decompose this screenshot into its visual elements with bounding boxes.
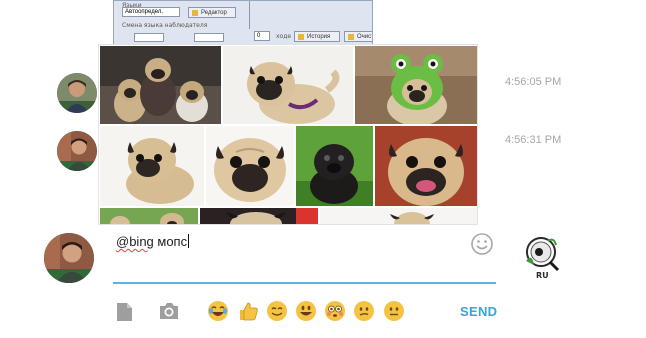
image-results-grid <box>98 44 478 225</box>
thumb-clear-button: Очистить <box>344 31 372 42</box>
thumb-box <box>134 33 164 42</box>
input-underline <box>113 282 496 284</box>
text-caret <box>188 234 190 248</box>
emoji-picker-icon[interactable] <box>470 232 494 256</box>
pug-image-result[interactable] <box>200 208 318 224</box>
message-timestamp: 4:56:31 PM <box>505 134 562 146</box>
smile-emoji[interactable] <box>266 300 288 322</box>
thumb-checkbox-label: Смена языка наблюдателя <box>122 22 208 29</box>
thumb-side-label: ходе <box>276 33 292 40</box>
pug-image-result[interactable] <box>100 126 204 206</box>
thumbs-up-emoji[interactable] <box>237 300 259 322</box>
logo-text: RU <box>536 271 549 280</box>
confused-emoji[interactable] <box>353 300 375 322</box>
thumb-editor-button: Редактор <box>188 7 236 18</box>
flushed-emoji[interactable] <box>324 300 346 322</box>
message-timestamp: 4:56:05 PM <box>505 76 562 88</box>
grin-emoji[interactable] <box>295 300 317 322</box>
neutral-emoji[interactable] <box>383 300 405 322</box>
pug-image-result[interactable] <box>375 126 477 206</box>
pug-image-result[interactable] <box>100 208 198 224</box>
thumb-value: 0 <box>254 31 270 41</box>
message-input[interactable]: @bing мопс <box>116 234 190 249</box>
thumb-select: Автоопредел. <box>122 7 180 17</box>
query-text: мопс <box>153 234 188 249</box>
pug-image-result[interactable] <box>296 126 373 206</box>
thumb-box <box>194 33 224 42</box>
pug-image-result[interactable] <box>355 46 477 124</box>
pug-image-result[interactable] <box>100 46 221 124</box>
pug-image-result[interactable] <box>320 208 477 224</box>
avatar[interactable] <box>57 73 97 113</box>
current-user-avatar[interactable] <box>44 233 94 283</box>
laughing-emoji[interactable] <box>207 300 229 322</box>
camera-icon[interactable] <box>158 302 180 320</box>
send-button[interactable]: SEND <box>460 304 497 319</box>
thumb-history-button: История <box>294 31 340 42</box>
pug-image-result[interactable] <box>206 126 294 206</box>
pug-image-result[interactable] <box>223 46 353 124</box>
screenshot-thumbnail[interactable]: Языки Автоопредел. Редактор Смена языка … <box>113 0 373 47</box>
file-icon[interactable] <box>115 302 133 322</box>
avatar[interactable] <box>57 131 97 171</box>
bot-command-text: @bing <box>116 234 154 249</box>
